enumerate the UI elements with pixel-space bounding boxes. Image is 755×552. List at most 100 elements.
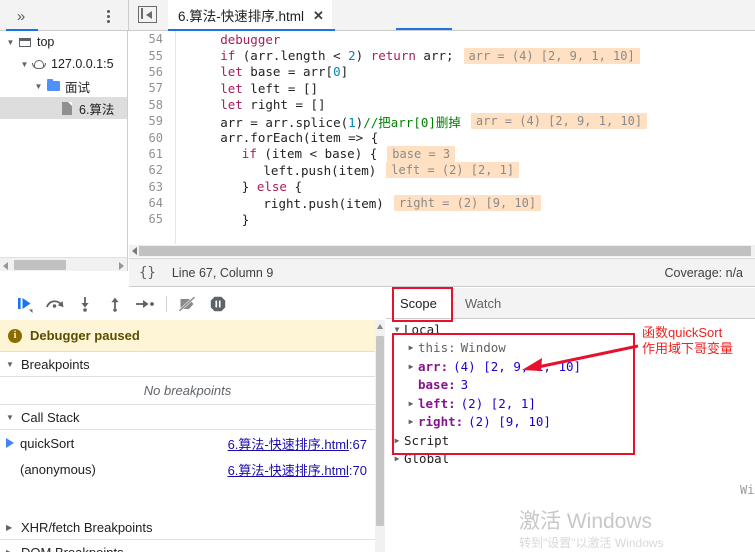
scope-tree-row[interactable]: ▶ Script: [386, 431, 755, 450]
code-token: //把arr[0]删掉: [363, 114, 461, 130]
file-tree-item[interactable]: ▼ 面试: [0, 75, 127, 97]
xhr-breakpoints-section-header[interactable]: ▶ XHR/fetch Breakpoints: [0, 515, 375, 540]
code-line[interactable]: 59 arr = arr.splice(1)//把arr[0]删掉 arr = (4…: [129, 113, 755, 130]
cloud-icon: [31, 59, 47, 69]
code-line[interactable]: 61 if (item < base) {base = 3: [129, 145, 755, 162]
line-number[interactable]: 64: [129, 196, 171, 210]
step-button[interactable]: [130, 290, 160, 318]
scope-tree-row[interactable]: ▶ right: (2) [9, 10]: [386, 413, 755, 432]
step-out-button[interactable]: [100, 290, 130, 318]
editor-status-bar: {} Line 67, Column 9 Coverage: n/a: [129, 258, 755, 287]
navigator-horizontal-scrollbar[interactable]: [0, 257, 128, 271]
scope-property-name: right:: [418, 414, 464, 430]
scroll-right-icon[interactable]: [119, 262, 124, 270]
chevron-right-icon[interactable]: ▶: [390, 436, 404, 445]
step-into-button[interactable]: [70, 290, 100, 318]
file-tree-item[interactable]: ▼ top: [0, 31, 127, 53]
line-number[interactable]: 61: [129, 147, 171, 161]
scrollbar-thumb[interactable]: [14, 260, 66, 270]
debugger-sidebar-vertical-scrollbar[interactable]: [375, 320, 385, 552]
call-stack-frame-location[interactable]: 6.算法-快速排序.html:70: [228, 460, 367, 479]
code-text: arr.forEach(item => {: [171, 130, 378, 145]
file-tree-item[interactable]: ▼ 127.0.0.1:5: [0, 53, 127, 75]
editor-scroll-left-icon[interactable]: [129, 245, 139, 257]
chevron-right-icon[interactable]: ▶: [6, 523, 19, 532]
code-line[interactable]: 58 let right = []: [129, 97, 755, 113]
code-line[interactable]: 63} else {: [129, 179, 755, 195]
editor-horizontal-scrollbar[interactable]: [129, 245, 755, 257]
chevron-down-icon[interactable]: ▼: [32, 82, 45, 91]
scope-tree-row[interactable]: ▶ arr: (4) [2, 9, 1, 10]: [386, 357, 755, 376]
file-tree-item-label: top: [37, 35, 55, 49]
chevron-down-icon[interactable]: ▼: [4, 38, 17, 47]
call-stack-section-header[interactable]: ▼ Call Stack: [0, 405, 375, 430]
dom-breakpoints-section-header[interactable]: ▶ DOM Breakpoints: [0, 540, 375, 552]
call-stack-frame[interactable]: quickSort 6.算法-快速排序.html:67: [0, 430, 375, 456]
toggle-navigator-icon[interactable]: [138, 6, 158, 24]
code-token: ): [355, 48, 371, 64]
chevron-right-icon[interactable]: ▶: [390, 454, 404, 463]
code-line[interactable]: 65}: [129, 211, 755, 227]
chevron-right-icon[interactable]: ▶: [404, 362, 418, 371]
line-number[interactable]: 57: [129, 81, 171, 95]
scope-tree-row[interactable]: ▶ Global: [386, 450, 755, 469]
chevron-right-icon[interactable]: ▶: [6, 548, 19, 552]
code-line[interactable]: 64 right.push(item) right = (2) [9, 10]: [129, 195, 755, 212]
code-line[interactable]: 62 left.push(item) left = (2) [2, 1]: [129, 162, 755, 179]
line-number[interactable]: 58: [129, 98, 171, 112]
more-panels-button[interactable]: »: [8, 5, 34, 27]
code-token: debugger: [220, 31, 281, 47]
code-line[interactable]: 56 let base = arr[0]: [129, 64, 755, 80]
step-over-button[interactable]: [40, 290, 70, 318]
code-token: let: [220, 64, 243, 80]
code-editor[interactable]: 54 debugger 55 if (arr.length < 2) return a…: [129, 31, 755, 244]
deactivate-breakpoints-button[interactable]: [173, 290, 203, 318]
call-stack-frame[interactable]: (anonymous) 6.算法-快速排序.html:70: [0, 456, 375, 482]
code-line[interactable]: 54 debugger: [129, 31, 755, 47]
sidebar-tab-bar: Scope Watch: [386, 288, 755, 319]
code-line[interactable]: 57 let left = []: [129, 80, 755, 96]
scrollbar-thumb[interactable]: [376, 336, 384, 526]
chevron-down-icon[interactable]: ▼: [6, 360, 19, 369]
scrollbar-thumb[interactable]: [139, 246, 751, 256]
scroll-left-icon[interactable]: [3, 262, 8, 270]
line-number[interactable]: 56: [129, 65, 171, 79]
chevron-right-icon[interactable]: ▶: [404, 343, 418, 352]
file-icon: [59, 101, 75, 115]
close-icon[interactable]: ✕: [313, 9, 324, 22]
line-number[interactable]: 65: [129, 212, 171, 226]
chevron-right-icon[interactable]: ▶: [404, 399, 418, 408]
chevron-down-icon[interactable]: ▼: [18, 60, 31, 69]
scope-tree-row[interactable]: base: 3: [386, 376, 755, 395]
code-token: {: [286, 179, 303, 195]
tab-scope[interactable]: Scope: [386, 288, 451, 318]
call-stack-frame-location[interactable]: 6.算法-快速排序.html:67: [228, 434, 367, 453]
scope-tree-row[interactable]: ▶ left: (2) [2, 1]: [386, 394, 755, 413]
line-number[interactable]: 62: [129, 163, 171, 177]
line-number[interactable]: 63: [129, 180, 171, 194]
code-token: else: [256, 179, 287, 195]
chevron-down-icon[interactable]: ▼: [6, 413, 19, 422]
line-number[interactable]: 60: [129, 131, 171, 145]
coverage-label: Coverage: n/a: [664, 265, 743, 280]
call-stack-frame-file: 6.算法-快速排序.html: [227, 462, 349, 478]
chevron-right-icon[interactable]: ▶: [404, 417, 418, 426]
breakpoints-section-header[interactable]: ▼ Breakpoints: [0, 352, 375, 377]
chevron-down-icon[interactable]: ▼: [390, 325, 404, 334]
scope-tree-row[interactable]: ▼ Local: [386, 320, 755, 339]
code-line[interactable]: 60 arr.forEach(item => {: [129, 129, 755, 145]
file-tree-item[interactable]: 6.算法: [0, 97, 127, 119]
resume-button[interactable]: [10, 290, 40, 318]
line-number[interactable]: 54: [129, 32, 171, 46]
pretty-print-icon[interactable]: {}: [139, 265, 156, 281]
line-number[interactable]: 55: [129, 49, 171, 63]
editor-tab-file[interactable]: 6.算法-快速排序.html ✕: [168, 0, 332, 30]
line-number[interactable]: 59: [129, 114, 171, 128]
code-line[interactable]: 55 if (arr.length < 2) return arr; arr = (…: [129, 47, 755, 64]
scope-tree-row[interactable]: ▶ this: Window: [386, 339, 755, 358]
xhr-breakpoints-title: XHR/fetch Breakpoints: [21, 519, 153, 535]
tab-watch[interactable]: Watch: [451, 288, 515, 318]
pause-on-exceptions-button[interactable]: [203, 290, 233, 318]
scroll-up-icon[interactable]: [377, 324, 383, 329]
devtools-menu-button[interactable]: [98, 5, 118, 27]
